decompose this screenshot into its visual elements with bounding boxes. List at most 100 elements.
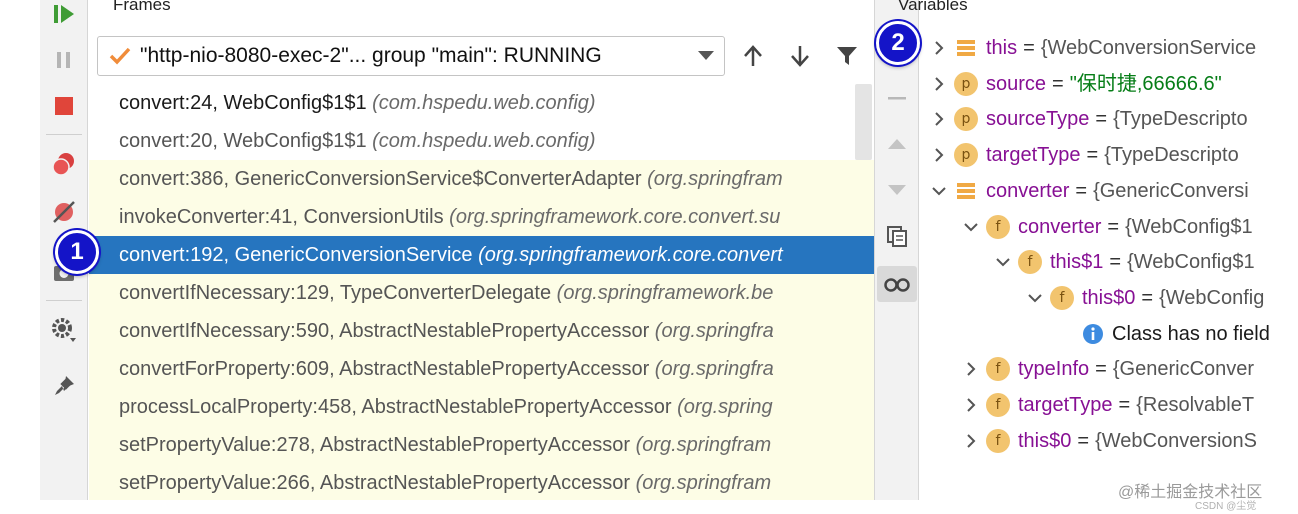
variable-row[interactable]: p sourceType = {TypeDescripto (928, 101, 1248, 137)
arrow-up-icon (744, 45, 762, 66)
variable-value: {WebConfig$1 (1127, 251, 1255, 274)
field-icon: f (986, 393, 1010, 417)
variable-name: typeInfo (1018, 358, 1090, 381)
triangle-up-icon (888, 139, 906, 149)
pause-button[interactable] (40, 40, 88, 80)
chevron-right-icon[interactable] (960, 351, 982, 387)
variable-name: sourceType (986, 108, 1090, 131)
chevron-down-icon[interactable] (1024, 280, 1046, 316)
remove-watch-button[interactable] (877, 80, 917, 116)
csdn-watermark: CSDN @尘觉 (1195, 501, 1257, 512)
move-watch-down-button[interactable] (877, 172, 917, 208)
frame-row[interactable]: convertForProperty:609, AbstractNestable… (89, 350, 874, 388)
variable-row[interactable]: converter = {GenericConversi (928, 173, 1249, 209)
chevron-down-icon (698, 51, 714, 60)
filter-frames-button[interactable] (831, 40, 863, 72)
frame-row[interactable]: convertIfNecessary:129, TypeConverterDel… (89, 274, 874, 312)
triangle-down-icon (888, 185, 906, 195)
variables-title: Variables (898, 0, 968, 14)
frame-row[interactable]: convert:386, GenericConversionService$Co… (89, 160, 874, 198)
object-list-icon (954, 37, 978, 59)
variable-equals: = (1141, 286, 1154, 309)
chevron-down-icon[interactable] (960, 209, 982, 245)
frame-list-scrollbar[interactable] (855, 84, 872, 160)
frame-row[interactable]: processLocalProperty:458, AbstractNestab… (89, 388, 874, 426)
frame-row[interactable]: invokeConverter:41, ConversionUtils (org… (89, 198, 874, 236)
variable-name: converter (1018, 215, 1102, 238)
pin-button[interactable] (40, 366, 88, 406)
variable-name: this$0 (1018, 429, 1072, 452)
stop-button[interactable] (40, 86, 88, 126)
chevron-down-icon[interactable] (992, 244, 1014, 280)
variable-name: this (986, 37, 1018, 59)
field-icon: f (1018, 250, 1042, 275)
variable-name: targetType (1018, 394, 1113, 416)
frame-row[interactable]: convert:24, WebConfig$1$1 (com.hspedu.we… (89, 84, 874, 122)
glasses-icon (884, 278, 910, 292)
variable-equals: = (1086, 144, 1099, 167)
variable-row[interactable]: f this$0 = {WebConfig (1024, 280, 1264, 316)
parameter-icon: p (954, 71, 978, 96)
variable-row[interactable]: this = {WebConversionService (928, 30, 1256, 66)
chevron-right-icon[interactable] (960, 387, 982, 423)
thread-selector-label: "http-nio-8080-exec-2"... group "main": … (140, 44, 602, 67)
chevron-right-icon[interactable] (928, 30, 950, 66)
frame-row[interactable]: setPropertyValue:266, AbstractNestablePr… (89, 464, 874, 500)
variable-name: this$0 (1082, 286, 1136, 309)
variable-equals: = (1023, 37, 1035, 59)
chevron-right-icon[interactable] (928, 101, 950, 137)
move-watch-up-button[interactable] (877, 126, 917, 162)
field-icon: f (986, 214, 1010, 239)
show-watches-button[interactable] (877, 266, 917, 302)
arrow-down-icon (791, 46, 809, 67)
variable-equals: = (1118, 394, 1131, 416)
variable-equals: = (1109, 251, 1122, 274)
view-breakpoints-button[interactable] (40, 144, 88, 184)
chevron-down-icon[interactable] (928, 173, 950, 209)
stop-icon (55, 97, 73, 115)
duplicate-watch-button[interactable] (877, 218, 917, 254)
field-icon: f (986, 428, 1010, 453)
frame-row-selected[interactable]: convert:192, GenericConversionService (o… (89, 236, 874, 274)
variable-row[interactable]: f targetType = {ResolvableT (960, 387, 1254, 423)
variables-panel: Variables this = {WebConversionService p sou… (898, 0, 1298, 514)
variable-value: {TypeDescripto (1113, 108, 1248, 131)
frames-title: Frames (113, 0, 171, 14)
resume-button[interactable] (40, 0, 88, 34)
variable-row[interactable]: Class has no field (1056, 316, 1270, 352)
filter-icon (837, 47, 857, 65)
frame-row[interactable]: setPropertyValue:278, AbstractNestablePr… (89, 426, 874, 464)
pin-icon (55, 376, 74, 395)
frame-row[interactable]: convert:20, WebConfig$1$1 (com.hspedu.we… (89, 122, 874, 160)
variables-toolbar (874, 0, 919, 500)
variable-value: {GenericConversi (1093, 179, 1249, 202)
chevron-right-icon[interactable] (928, 66, 950, 102)
variable-value: {WebConfig$1 (1125, 215, 1253, 238)
variable-value: {TypeDescripto (1104, 144, 1239, 167)
previous-frame-button[interactable] (737, 40, 769, 72)
variable-equals: = (1095, 358, 1107, 381)
variable-name: converter (986, 179, 1070, 202)
variable-row[interactable]: p source = "保时捷,66666.6" (928, 66, 1222, 102)
variable-value: {GenericConver (1112, 358, 1255, 381)
field-icon: f (986, 357, 1010, 382)
variable-row[interactable]: f this$1 = {WebConfig$1 (992, 244, 1255, 280)
next-frame-button[interactable] (784, 40, 816, 72)
variable-row[interactable]: f this$0 = {WebConversionS (960, 423, 1257, 459)
variable-row[interactable]: f typeInfo = {GenericConver (960, 351, 1254, 387)
settings-button[interactable] (40, 310, 88, 350)
variable-row[interactable]: p targetType = {TypeDescripto (928, 137, 1239, 173)
chevron-right-icon[interactable] (960, 423, 982, 459)
object-list-icon (954, 180, 978, 202)
chevron-right-icon[interactable] (928, 137, 950, 173)
annotation-marker-2: 2 (876, 21, 920, 65)
thread-selector[interactable]: "http-nio-8080-exec-2"... group "main": … (97, 36, 725, 76)
mute-breakpoints-button[interactable] (40, 192, 88, 232)
checkmark-icon (109, 47, 131, 65)
variable-value: {ResolvableT (1136, 394, 1255, 416)
resume-icon (54, 5, 74, 23)
variable-row[interactable]: f converter = {WebConfig$1 (960, 209, 1253, 245)
variable-equals: = (1095, 108, 1108, 131)
mute-breakpoints-icon (53, 201, 75, 223)
frame-row[interactable]: convertIfNecessary:590, AbstractNestable… (89, 312, 874, 350)
